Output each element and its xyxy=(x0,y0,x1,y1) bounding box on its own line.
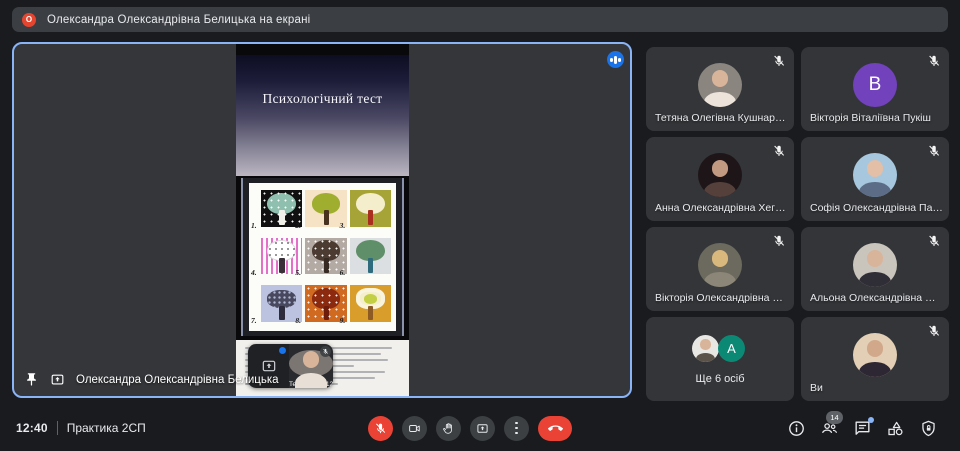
tree-image xyxy=(350,285,391,322)
mic-off-icon xyxy=(927,54,941,68)
tree-number: 7. xyxy=(251,316,257,325)
call-controls xyxy=(368,405,572,451)
participant-tile[interactable]: Вікторія Олександрівна … xyxy=(646,227,794,311)
chat-unread-dot xyxy=(868,417,874,423)
mic-off-icon xyxy=(772,234,786,248)
meeting-name: Практика 2СП xyxy=(67,421,146,435)
meet-app: О Олександра Олександрівна Белицька на е… xyxy=(0,0,960,451)
avatar xyxy=(698,153,742,197)
mic-off-icon xyxy=(320,346,331,357)
meeting-info: 12:40 Практика 2СП xyxy=(16,405,146,451)
activities-icon xyxy=(886,419,905,438)
slide-title: Психологічний тест xyxy=(236,55,409,176)
pip-participants-tile[interactable]: Тетяна Ол +12 xyxy=(289,344,333,388)
shield-lock-icon xyxy=(919,419,938,438)
avatar xyxy=(692,335,719,362)
mic-off-icon xyxy=(772,144,786,158)
participant-tile[interactable]: В Вікторія Віталіївна Пукіш xyxy=(801,47,949,131)
camera-toggle-button[interactable] xyxy=(402,416,427,441)
camera-icon xyxy=(408,422,421,435)
presentation-tile[interactable]: Психологічний тест 1. 2. xyxy=(12,42,632,398)
presenter-avatar-badge: О xyxy=(22,13,36,27)
participants-button[interactable]: 14 xyxy=(820,419,839,438)
tree-number: 1. xyxy=(251,221,257,230)
participant-name: Анна Олександрівна Хег… xyxy=(655,202,788,214)
tree-image xyxy=(350,238,391,275)
divider xyxy=(57,421,58,435)
participant-name: Софія Олександрівна Па… xyxy=(810,202,943,214)
tree-cell: 6. xyxy=(350,238,391,275)
participant-name: Тетяна Олегівна Кушнар… xyxy=(655,112,788,124)
group-avatars: А xyxy=(692,335,748,363)
pip-audio-dot xyxy=(279,347,286,354)
slide-trees: 1. 2. 3. xyxy=(241,178,404,336)
mic-off-icon xyxy=(927,234,941,248)
participants-count-badge: 14 xyxy=(826,411,843,424)
present-to-screen-icon xyxy=(476,422,489,435)
tree-number: 9. xyxy=(340,316,346,325)
avatar-letter: А xyxy=(718,335,745,362)
tree-number: 6. xyxy=(340,268,346,277)
tree-cell: 3. xyxy=(350,190,391,227)
present-button[interactable] xyxy=(470,416,495,441)
tree-grid: 1. 2. 3. xyxy=(249,183,396,331)
activities-button[interactable] xyxy=(886,419,905,438)
clock: 12:40 xyxy=(16,421,48,435)
presenter-name: Олександра Олександрівна Белицька xyxy=(76,374,279,386)
tree-number: 4. xyxy=(251,268,257,277)
leave-call-button[interactable] xyxy=(538,416,572,441)
present-to-screen-icon xyxy=(50,372,65,387)
participant-tile[interactable]: Софія Олександрівна Па… xyxy=(801,137,949,221)
participant-name: Вікторія Віталіївна Пукіш xyxy=(810,112,943,124)
tree-number: 8. xyxy=(295,316,301,325)
more-options-button[interactable] xyxy=(504,416,529,441)
audio-indicator-icon xyxy=(607,51,624,68)
bottom-bar: 12:40 Практика 2СП xyxy=(0,405,960,451)
tree-number: 3. xyxy=(340,221,346,230)
avatar xyxy=(853,243,897,287)
mic-off-icon xyxy=(374,422,387,435)
tree-image xyxy=(350,190,391,227)
meeting-panels: 14 xyxy=(787,405,938,451)
participant-name: Ви xyxy=(810,382,943,394)
avatar xyxy=(853,153,897,197)
chat-button[interactable] xyxy=(853,419,872,438)
avatar xyxy=(698,63,742,107)
more-participants-label: Ще 6 осіб xyxy=(646,373,794,385)
slide-title-text: Психологічний тест xyxy=(263,91,383,176)
mic-off-icon xyxy=(927,144,941,158)
participant-tile[interactable]: Анна Олександрівна Хег… xyxy=(646,137,794,221)
avatar xyxy=(853,333,897,377)
participant-name: Альона Олександрівна … xyxy=(810,292,943,304)
avatar: В xyxy=(853,63,897,107)
tree-number: 2. xyxy=(295,221,301,230)
meeting-details-button[interactable] xyxy=(787,419,806,438)
participant-tile[interactable]: Тетяна Олегівна Кушнар… xyxy=(646,47,794,131)
mic-off-icon xyxy=(927,324,941,338)
call-end-icon xyxy=(548,421,563,436)
host-controls-button[interactable] xyxy=(919,419,938,438)
participant-tile[interactable]: Альона Олександрівна … xyxy=(801,227,949,311)
self-tile[interactable]: Ви xyxy=(801,317,949,401)
presenter-name-row: Олександра Олександрівна Белицька xyxy=(24,372,279,387)
pin-icon xyxy=(24,372,39,387)
avatar xyxy=(698,243,742,287)
mic-off-icon xyxy=(772,54,786,68)
more-options-icon xyxy=(515,422,518,435)
tree-cell: 9. xyxy=(350,285,391,322)
tree-number: 5. xyxy=(295,268,301,277)
presenting-banner-text: Олександра Олександрівна Белицька на екр… xyxy=(47,14,310,26)
mic-toggle-button[interactable] xyxy=(368,416,393,441)
participants-sidebar: Тетяна Олегівна Кушнар… В Вікторія Вітал… xyxy=(646,47,954,401)
raise-hand-icon xyxy=(442,422,455,435)
info-icon xyxy=(787,419,806,438)
more-participants-tile[interactable]: А Ще 6 осіб xyxy=(646,317,794,401)
raise-hand-button[interactable] xyxy=(436,416,461,441)
presenting-banner: О Олександра Олександрівна Белицька на е… xyxy=(12,7,948,32)
participant-name: Вікторія Олександрівна … xyxy=(655,292,788,304)
